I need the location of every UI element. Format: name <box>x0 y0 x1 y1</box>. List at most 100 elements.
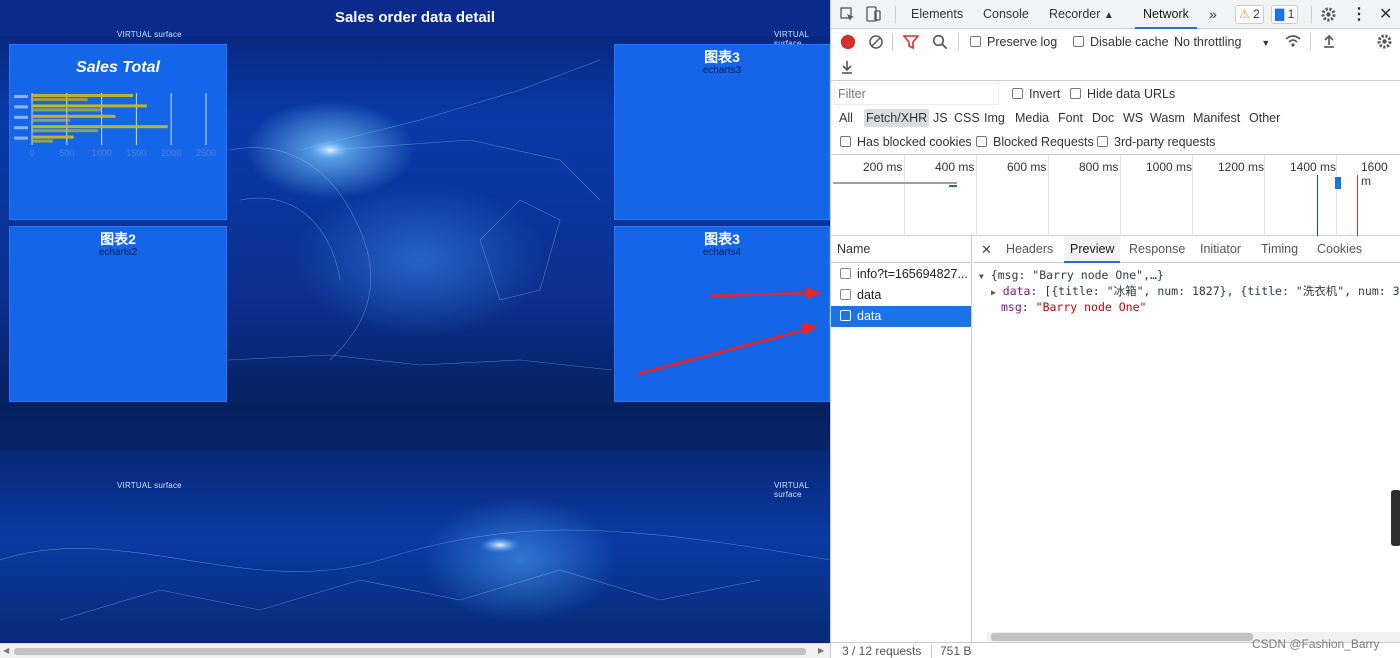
filter-type-media[interactable]: Media <box>1015 110 1049 126</box>
device-toolbar-icon[interactable] <box>866 6 881 23</box>
request-row[interactable]: data <box>831 285 971 306</box>
scroll-right-icon[interactable]: ▶ <box>818 646 824 655</box>
hide-data-urls-label: Hide data URLs <box>1087 87 1176 101</box>
disable-cache-label: Disable cache <box>1090 35 1169 49</box>
blocked-requests-label: Blocked Requests <box>993 135 1094 149</box>
warning-icon: ⚠ <box>1239 7 1250 21</box>
checkbox-box[interactable] <box>1070 88 1081 99</box>
tab-initiator[interactable]: Initiator <box>1200 236 1241 263</box>
network-conditions-icon[interactable] <box>1284 33 1302 49</box>
resize-handle[interactable] <box>1391 490 1400 546</box>
divider <box>1311 6 1312 23</box>
annotation-arrows <box>637 287 822 376</box>
scrollbar-thumb[interactable] <box>991 633 1253 641</box>
export-har-icon[interactable] <box>840 59 854 75</box>
search-icon[interactable] <box>932 34 948 50</box>
preserve-log-checkbox[interactable]: Preserve log <box>970 34 1057 50</box>
messages-badge[interactable]: ▇ 1 <box>1271 5 1299 24</box>
request-name: data <box>857 309 882 323</box>
timeline-gridline <box>1048 155 1049 236</box>
checkbox-box[interactable] <box>1097 136 1108 147</box>
tab-network[interactable]: Network <box>1135 0 1197 29</box>
scrollbar-thumb[interactable] <box>14 648 806 655</box>
invert-checkbox[interactable]: Invert <box>1012 86 1060 102</box>
filter-bar: Invert Hide data URLs All Fetch/XHR JS C… <box>831 81 1400 155</box>
request-list: Name info?t=165694827... data data <box>831 236 972 642</box>
tab-timing[interactable]: Timing <box>1261 236 1298 263</box>
arrow-line <box>637 327 809 376</box>
request-name: info?t=165694827... <box>857 267 968 281</box>
filter-type-doc[interactable]: Doc <box>1092 110 1114 126</box>
timeline-gridline <box>1192 155 1193 236</box>
timeline-overview[interactable]: 200 ms 400 ms 600 ms 800 ms 1000 ms 1200… <box>831 155 1400 236</box>
kebab-menu-icon[interactable]: ⋮ <box>1351 0 1367 29</box>
filter-type-ws[interactable]: WS <box>1123 110 1143 126</box>
devtools-panel: Elements Console Recorder ▲ Network » ⚠ … <box>830 0 1400 658</box>
tab-cookies[interactable]: Cookies <box>1317 236 1362 263</box>
has-blocked-cookies-checkbox[interactable]: Has blocked cookies <box>840 134 972 150</box>
checkbox-box[interactable] <box>840 136 851 147</box>
request-row-selected[interactable]: data <box>831 306 971 327</box>
filter-type-all[interactable]: All <box>839 110 853 126</box>
filter-type-other[interactable]: Other <box>1249 110 1280 126</box>
timeline-tick: 400 ms <box>935 160 975 174</box>
filter-type-fetch-xhr[interactable]: Fetch/XHR <box>864 109 930 127</box>
timeline-tick: 600 ms <box>1007 160 1047 174</box>
filter-type-js[interactable]: JS <box>933 110 948 126</box>
expand-down-icon: ▼ <box>979 272 984 281</box>
data-key: data <box>1002 284 1031 298</box>
disable-cache-checkbox[interactable]: Disable cache <box>1073 34 1169 50</box>
dom-content-loaded-line <box>1317 175 1318 236</box>
name-column-header[interactable]: Name <box>831 236 972 263</box>
checkbox-box[interactable] <box>1012 88 1023 99</box>
close-devtools-icon[interactable]: ✕ <box>1379 0 1392 29</box>
horizontal-scrollbar[interactable]: ◀ ▶ <box>0 643 830 658</box>
request-file-icon <box>840 289 851 300</box>
checkbox-box[interactable] <box>970 36 981 47</box>
clear-icon[interactable] <box>868 34 884 50</box>
scroll-left-icon[interactable]: ◀ <box>3 646 9 655</box>
checkbox-box[interactable] <box>1073 36 1084 47</box>
blocked-requests-checkbox[interactable]: Blocked Requests <box>976 134 1094 150</box>
tab-console[interactable]: Console <box>983 0 1029 29</box>
throttling-select[interactable]: No throttling ▼ <box>1174 34 1270 51</box>
warning-count: 2 <box>1253 7 1260 21</box>
invert-label: Invert <box>1029 87 1061 101</box>
filter-type-css[interactable]: CSS <box>954 110 980 126</box>
hide-data-urls-checkbox[interactable]: Hide data URLs <box>1070 86 1175 102</box>
settings-gear-icon[interactable] <box>1320 6 1337 23</box>
import-har-icon[interactable] <box>1322 33 1336 49</box>
filter-input[interactable] <box>834 83 999 105</box>
filter-funnel-icon[interactable] <box>903 34 919 50</box>
arrow-head <box>806 287 822 299</box>
has-blocked-cookies-label: Has blocked cookies <box>857 135 972 149</box>
filter-type-manifest[interactable]: Manifest <box>1193 110 1240 126</box>
devtools-tabbar: Elements Console Recorder ▲ Network » ⚠ … <box>831 0 1400 29</box>
warnings-badge[interactable]: ⚠ 2 <box>1235 5 1264 24</box>
tab-preview[interactable]: Preview <box>1064 236 1121 263</box>
tab-response[interactable]: Response <box>1129 236 1185 263</box>
more-tabs-icon[interactable]: » <box>1209 0 1217 29</box>
filter-type-img[interactable]: Img <box>984 110 1005 126</box>
inspect-element-icon[interactable] <box>840 7 855 22</box>
checkbox-box[interactable] <box>976 136 987 147</box>
expand-right-icon: ▶ <box>991 288 996 297</box>
watermark: CSDN @Fashion_Barry <box>1252 637 1380 651</box>
tab-headers[interactable]: Headers <box>1006 236 1053 263</box>
message-icon: ▇ <box>1275 7 1285 21</box>
detail-tabs: ✕ Headers Preview Response Initiator Tim… <box>973 236 1400 263</box>
arrow-line <box>709 291 813 298</box>
throttling-value: No throttling <box>1174 35 1242 49</box>
transferred-size: 751 B <box>940 644 972 658</box>
tab-elements[interactable]: Elements <box>911 0 963 29</box>
request-file-icon <box>840 310 851 321</box>
request-row[interactable]: info?t=165694827... <box>831 264 971 285</box>
record-icon[interactable] <box>840 34 856 50</box>
tab-recorder[interactable]: Recorder ▲ <box>1049 0 1114 29</box>
third-party-requests-checkbox[interactable]: 3rd-party requests <box>1097 134 1215 150</box>
filter-type-font[interactable]: Font <box>1058 110 1083 126</box>
close-detail-icon[interactable]: ✕ <box>981 236 992 263</box>
network-settings-gear-icon[interactable] <box>1376 33 1393 50</box>
timeline-bar <box>1335 177 1341 189</box>
filter-type-wasm[interactable]: Wasm <box>1150 110 1185 126</box>
